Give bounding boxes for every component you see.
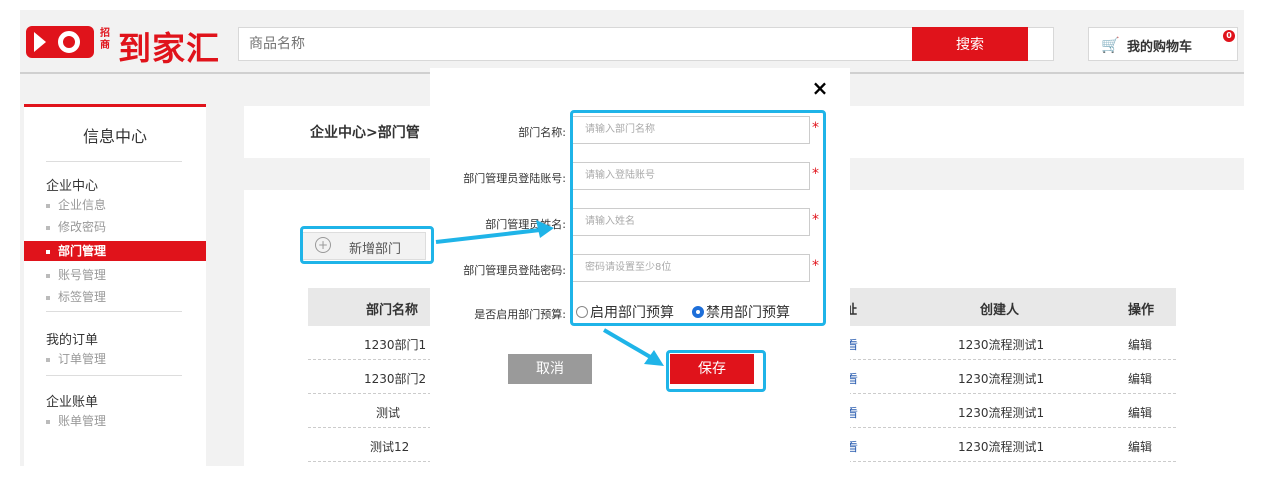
page: 招商 到家汇 搜索 🛒 我的购物车 0 信息中心 企业中心 企业信息 修改密码 … — [20, 10, 1244, 466]
callout-arrows — [435, 220, 664, 366]
